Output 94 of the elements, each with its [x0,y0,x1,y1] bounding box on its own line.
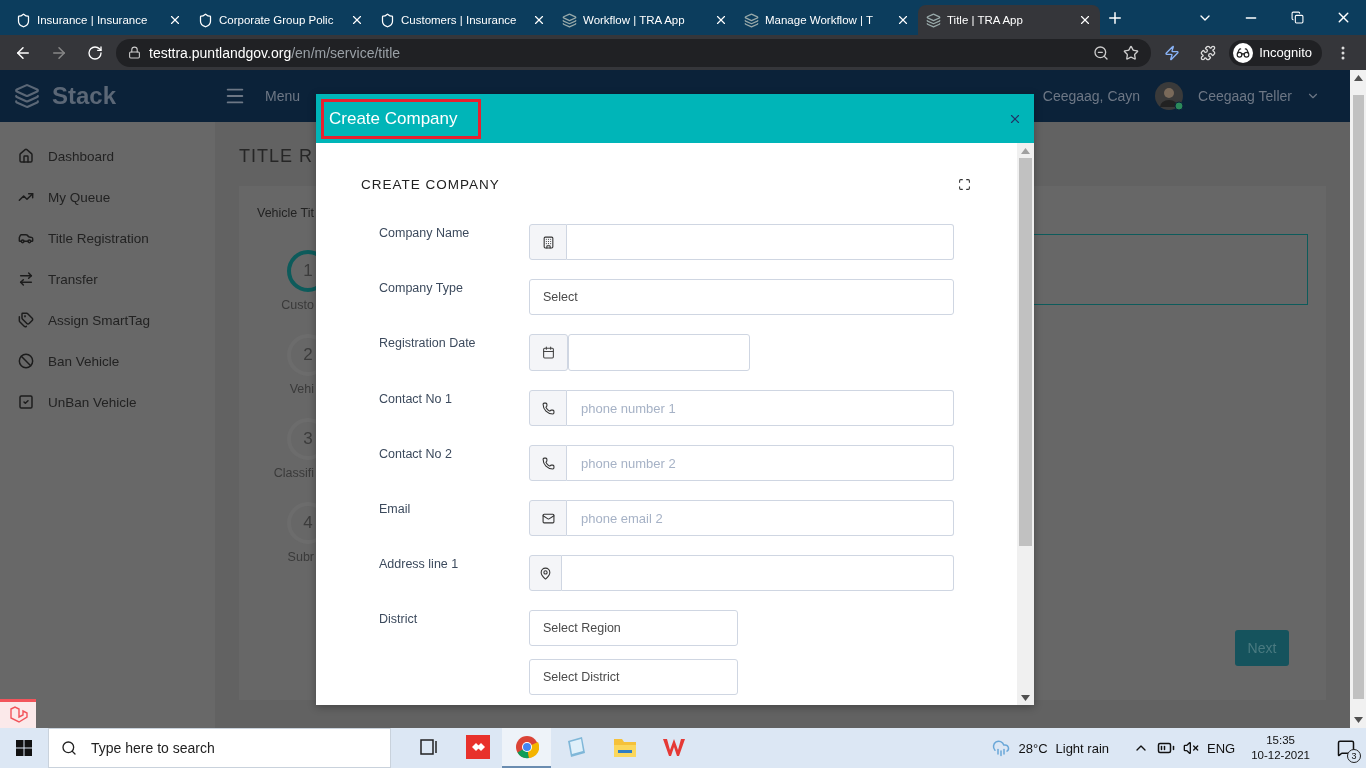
windows-logo-icon [16,740,32,756]
field-label: Address line 1 [379,556,460,573]
language-indicator[interactable]: ENG [1207,740,1236,756]
address-field[interactable]: testtra.puntlandgov.org/en/m/service/title [116,38,1152,67]
close-icon[interactable] [714,13,728,27]
page-scrollbar[interactable] [1350,70,1366,728]
browser-tab[interactable]: Customers | Insurance [372,5,554,35]
folder-icon [612,736,637,758]
lock-icon [128,46,141,59]
field-label: Company Type [379,280,464,297]
close-icon[interactable] [168,13,182,27]
envelope-icon [541,511,555,525]
clock[interactable]: 15:35 10-12-2021 [1243,733,1318,763]
ban-icon [18,353,34,369]
modal-scrollbar[interactable] [1017,143,1034,705]
home-icon [18,148,34,164]
field-label: Company Name [379,225,471,242]
field-label: Contact No 1 [379,391,453,408]
bolt-icon[interactable] [1164,44,1181,61]
input-field[interactable]: phone number 1 [567,390,954,426]
search-icon [61,740,77,756]
calendar-icon [542,346,555,359]
browser-tab[interactable]: Insurance | Insurance [8,5,190,35]
fullscreen-icon[interactable] [958,178,971,191]
scroll-up-icon[interactable] [1353,75,1363,81]
layers-icon [744,12,759,28]
layers-icon [562,12,577,28]
user-short-name: Ceegaag, Cayn [1042,88,1141,104]
task-view-icon [419,739,438,755]
browser-icon [514,735,539,759]
close-icon[interactable] [1078,13,1092,27]
building-icon [541,235,555,249]
remote-desktop-icon [465,735,490,759]
input-field[interactable]: phone email 2 [567,500,954,536]
modal-title: Create Company [321,98,481,139]
date-field[interactable] [568,334,750,371]
close-icon[interactable] [350,13,364,27]
tags-icon [18,312,34,328]
scroll-down-icon[interactable] [1021,695,1030,701]
shield-icon [16,12,31,28]
cube-logo-icon [8,705,28,725]
browser-tab[interactable]: Manage Workflow | T [736,5,918,35]
input-field[interactable] [562,555,954,591]
input-field[interactable]: phone number 2 [567,445,954,481]
input-field[interactable] [567,224,954,260]
reload-icon[interactable] [87,44,103,61]
weather-condition[interactable]: Light rain [1055,740,1109,756]
cloud-rain-icon [992,739,1011,757]
user-avatar[interactable] [1154,81,1185,111]
notification-icon[interactable] [1337,739,1355,757]
url-path: /en/m/service/title [291,44,401,61]
user-name[interactable]: Ceegaag Teller [1198,88,1292,104]
browser-tab[interactable]: Title | TRA App [918,5,1100,35]
taskbar-search-field[interactable]: Type here to search [48,728,391,768]
transfer-icon [18,271,34,287]
zoom-out-icon[interactable] [1093,44,1110,61]
more-menu-icon[interactable] [1341,45,1345,60]
star-icon[interactable] [1123,44,1140,61]
close-icon[interactable] [896,13,910,27]
checkbox-icon [18,394,34,410]
taskbar-app[interactable] [502,728,551,768]
layers-icon [926,12,941,28]
scroll-down-icon[interactable] [1353,717,1363,723]
phone-icon [541,456,555,470]
select-field[interactable]: Select [529,279,954,315]
office-logo-icon [661,737,686,757]
shield-icon [198,12,213,28]
map-pin-icon [539,566,552,580]
glasses-icon [1236,45,1251,60]
weather-temperature[interactable]: 28°C [1018,740,1048,756]
menu-link[interactable]: Menu [265,88,301,104]
field-label: Contact No 2 [379,446,453,463]
page-title: TITLE R [239,146,313,168]
app-logo-text: Stack [52,82,117,110]
logo-icon [14,83,40,109]
field-label: District [379,611,419,628]
calendar-button[interactable] [529,334,568,371]
mute-icon[interactable] [1183,740,1199,756]
puzzle-icon[interactable] [1200,44,1217,61]
incognito-button[interactable]: Incognito [1229,39,1322,66]
card-title: Vehicle Tit [257,206,315,220]
notification-count: 3 [1347,749,1361,763]
restore-icon[interactable] [1290,11,1304,24]
field-label: Registration Date [379,335,477,352]
field-label: Email [379,501,412,518]
browser-tab[interactable]: Corporate Group Polic [190,5,372,35]
select-field[interactable]: Select Region [529,610,738,646]
close-icon[interactable] [532,13,546,27]
url-host: testtra.puntlandgov.org [149,44,292,61]
form-heading: CREATE COMPANY [361,177,500,192]
shield-icon [380,12,395,28]
select-field[interactable]: Select District [529,659,738,695]
phone-icon [541,401,555,415]
browser-tab[interactable]: Workflow | TRA App [554,5,736,35]
